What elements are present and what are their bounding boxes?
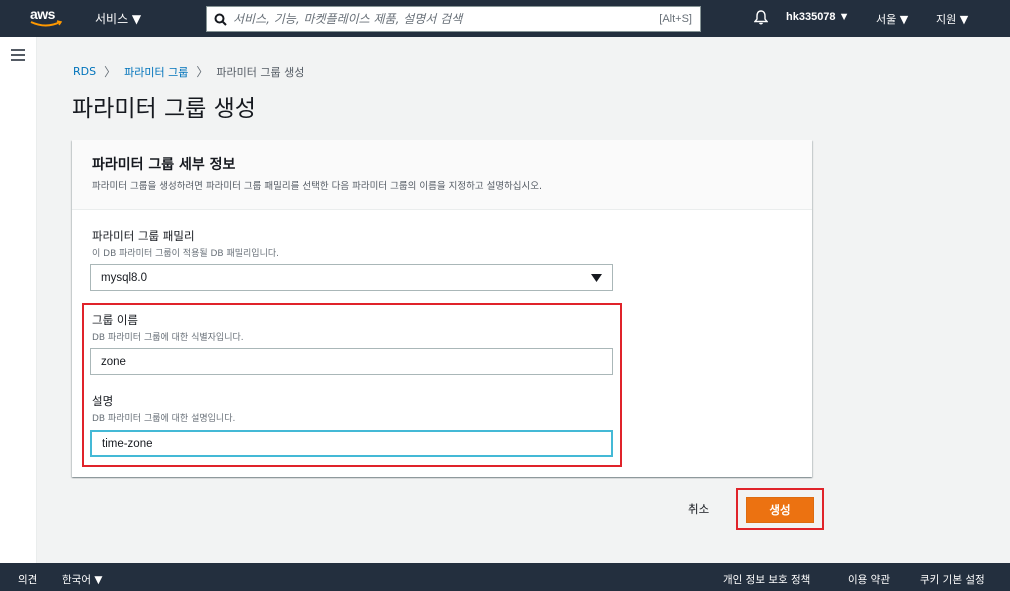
description-field-header: 설명 DB 파라미터 그룹에 대한 설명입니다. — [92, 393, 235, 424]
create-button[interactable]: 생성 — [746, 497, 814, 523]
aws-smile-icon — [30, 20, 63, 27]
family-select[interactable]: mysql8.0 — [90, 264, 613, 291]
aws-logo[interactable]: aws — [30, 4, 66, 32]
group-name-label: 그룹 이름 — [92, 313, 138, 327]
description-input[interactable] — [90, 430, 613, 457]
description-label: 설명 — [92, 394, 114, 408]
group-name-input[interactable] — [90, 348, 613, 375]
panel-title: 파라미터 그룹 세부 정보 — [92, 157, 236, 173]
panel-header: 파라미터 그룹 세부 정보 파라미터 그룹을 생성하려면 파라미터 그룹 패밀리… — [72, 140, 812, 210]
bell-icon[interactable] — [753, 10, 769, 29]
services-menu[interactable]: 서비스 ▼ — [95, 10, 141, 27]
global-search-bar[interactable]: [Alt+S] — [206, 6, 701, 32]
family-label: 파라미터 그룹 패밀리 — [92, 229, 195, 243]
footer-language-selector[interactable]: 한국어 ▼ — [62, 572, 102, 587]
support-menu[interactable]: 지원 ▼ — [936, 11, 968, 27]
caret-down-icon — [591, 273, 602, 282]
parameter-group-details-panel: 파라미터 그룹 세부 정보 파라미터 그룹을 생성하려면 파라미터 그룹 패밀리… — [72, 140, 812, 477]
breadcrumb-current: 파라미터 그룹 생성 — [216, 65, 305, 79]
family-description: 이 DB 파라미터 그룹이 적용될 DB 패밀리입니다. — [92, 249, 279, 259]
cancel-button[interactable]: 취소 — [688, 501, 709, 517]
breadcrumb-separator: 〉 — [104, 65, 117, 79]
footer-terms-link[interactable]: 이용 약관 — [848, 572, 890, 587]
main-content: RDS 〉 파라미터 그룹 〉 파라미터 그룹 생성 파라미터 그룹 생성 파라… — [37, 37, 1010, 563]
group-name-field-header: 그룹 이름 DB 파라미터 그룹에 대한 식별자입니다. — [92, 312, 244, 343]
breadcrumb-separator: 〉 — [196, 65, 209, 79]
search-shortcut-hint: [Alt+S] — [659, 13, 692, 25]
description-description: DB 파라미터 그룹에 대한 설명입니다. — [92, 414, 236, 424]
breadcrumb: RDS 〉 파라미터 그룹 〉 파라미터 그룹 생성 — [73, 63, 304, 80]
panel-description: 파라미터 그룹을 생성하려면 파라미터 그룹 패밀리를 선택한 다음 파라미터 … — [92, 181, 543, 192]
footer-feedback-link[interactable]: 의견 — [18, 572, 37, 587]
family-field-header: 파라미터 그룹 패밀리 이 DB 파라미터 그룹이 적용될 DB 패밀리입니다. — [92, 228, 279, 259]
top-navigation: aws 서비스 ▼ [Alt+S] hk335078 ▼ 서울 ▼ 지원 ▼ — [0, 0, 1010, 37]
group-name-description: DB 파라미터 그룹에 대한 식별자입니다. — [92, 333, 244, 343]
footer-privacy-link[interactable]: 개인 정보 보호 정책 — [723, 572, 810, 587]
region-menu[interactable]: 서울 ▼ — [876, 11, 908, 27]
account-menu[interactable]: hk335078 ▼ — [786, 11, 850, 23]
footer-cookie-link[interactable]: 쿠키 기본 설정 — [920, 572, 985, 587]
breadcrumb-rds[interactable]: RDS — [73, 65, 96, 78]
search-input[interactable] — [233, 12, 660, 26]
hamburger-menu-icon[interactable] — [11, 49, 25, 64]
family-select-value: mysql8.0 — [101, 271, 148, 284]
breadcrumb-parameter-groups[interactable]: 파라미터 그룹 — [124, 64, 188, 80]
search-icon — [207, 7, 233, 31]
side-nav-strip — [0, 37, 37, 563]
footer: 의견 한국어 ▼ 개인 정보 보호 정책 이용 약관 쿠키 기본 설정 — [0, 563, 1010, 591]
page-title: 파라미터 그룹 생성 — [72, 96, 256, 122]
